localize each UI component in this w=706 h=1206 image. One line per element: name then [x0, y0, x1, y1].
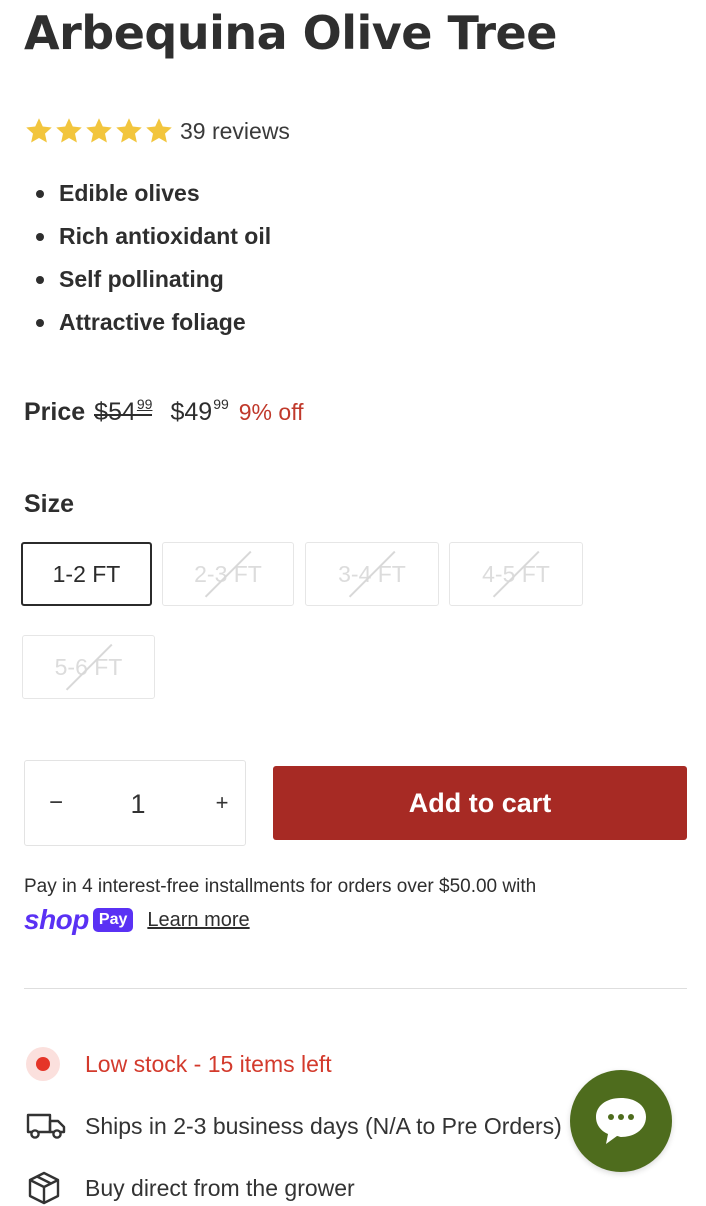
quantity-increase-button[interactable]: + — [201, 782, 243, 824]
quantity-stepper: − + — [24, 760, 246, 846]
divider — [24, 988, 687, 989]
feature-item: Edible olives — [24, 172, 271, 215]
star-icon — [56, 118, 82, 143]
feature-item: Rich antioxidant oil — [24, 215, 271, 258]
product-title: Arbequina Olive Tree — [24, 6, 557, 60]
shop-pay-badge: Pay — [92, 908, 134, 932]
feature-item: Attractive foliage — [24, 301, 271, 344]
discount-badge: 9% off — [238, 399, 304, 425]
size-option-2-3-ft[interactable]: 2-3 FT — [162, 542, 294, 606]
reviews-link[interactable]: 39 reviews — [180, 118, 290, 145]
grower-info: Buy direct from the grower — [26, 1170, 355, 1206]
original-price: $54 99 — [94, 392, 153, 432]
installments-text: Pay in 4 interest-free installments for … — [24, 876, 537, 897]
box-icon — [26, 1170, 66, 1206]
bullet-icon — [36, 318, 44, 327]
star-icon — [116, 118, 142, 143]
sale-price: $49 99 — [170, 392, 228, 432]
stock-text: Low stock - 15 items left — [85, 1050, 332, 1077]
price-row: Price $54 99 $49 99 9% off — [24, 392, 304, 432]
star-rating — [24, 116, 174, 146]
chat-button[interactable] — [570, 1070, 672, 1172]
feature-text: Edible olives — [59, 180, 200, 206]
shop-pay-logo: shop — [24, 904, 89, 935]
sale-price-cents: 99 — [213, 396, 229, 412]
original-price-dollars: $54 — [94, 398, 136, 426]
feature-item: Self pollinating — [24, 258, 271, 301]
price-label: Price — [24, 398, 86, 426]
shipping-info: Ships in 2-3 business days (N/A to Pre O… — [26, 1108, 562, 1144]
size-option-4-5-ft[interactable]: 4-5 FT — [449, 542, 583, 606]
truck-icon — [26, 1108, 66, 1144]
stock-dot-icon — [26, 1046, 66, 1082]
feature-text: Self pollinating — [59, 266, 224, 292]
learn-more-link[interactable]: Learn more — [147, 909, 249, 932]
original-price-cents: 99 — [136, 396, 153, 412]
quantity-decrease-button[interactable]: − — [35, 782, 77, 824]
bullet-icon — [36, 232, 44, 241]
star-icon — [86, 118, 112, 143]
size-option-label: 1-2 FT — [52, 560, 121, 587]
chat-icon — [596, 1098, 646, 1144]
size-option-1-2-ft[interactable]: 1-2 FT — [21, 542, 152, 606]
feature-text: Rich antioxidant oil — [59, 223, 272, 249]
size-option-3-4-ft[interactable]: 3-4 FT — [305, 542, 439, 606]
strikethrough — [94, 414, 153, 416]
shipping-text: Ships in 2-3 business days (N/A to Pre O… — [85, 1112, 562, 1139]
feature-text: Attractive foliage — [59, 309, 246, 335]
star-icon — [26, 118, 52, 143]
quantity-input[interactable] — [91, 779, 185, 829]
size-option-5-6-ft[interactable]: 5-6 FT — [22, 635, 155, 699]
rating[interactable]: 39 reviews — [24, 116, 290, 146]
stock-status: Low stock - 15 items left — [26, 1046, 332, 1082]
grower-text: Buy direct from the grower — [85, 1174, 355, 1201]
size-label: Size — [24, 490, 75, 518]
shop-pay-row: shop Pay Learn more — [24, 904, 250, 936]
star-icon — [146, 118, 172, 143]
feature-list: Edible olives Rich antioxidant oil Self … — [24, 172, 271, 344]
sale-price-dollars: $49 — [170, 398, 213, 426]
bullet-icon — [36, 189, 44, 198]
add-to-cart-button[interactable]: Add to cart — [273, 766, 687, 840]
bullet-icon — [36, 275, 44, 284]
